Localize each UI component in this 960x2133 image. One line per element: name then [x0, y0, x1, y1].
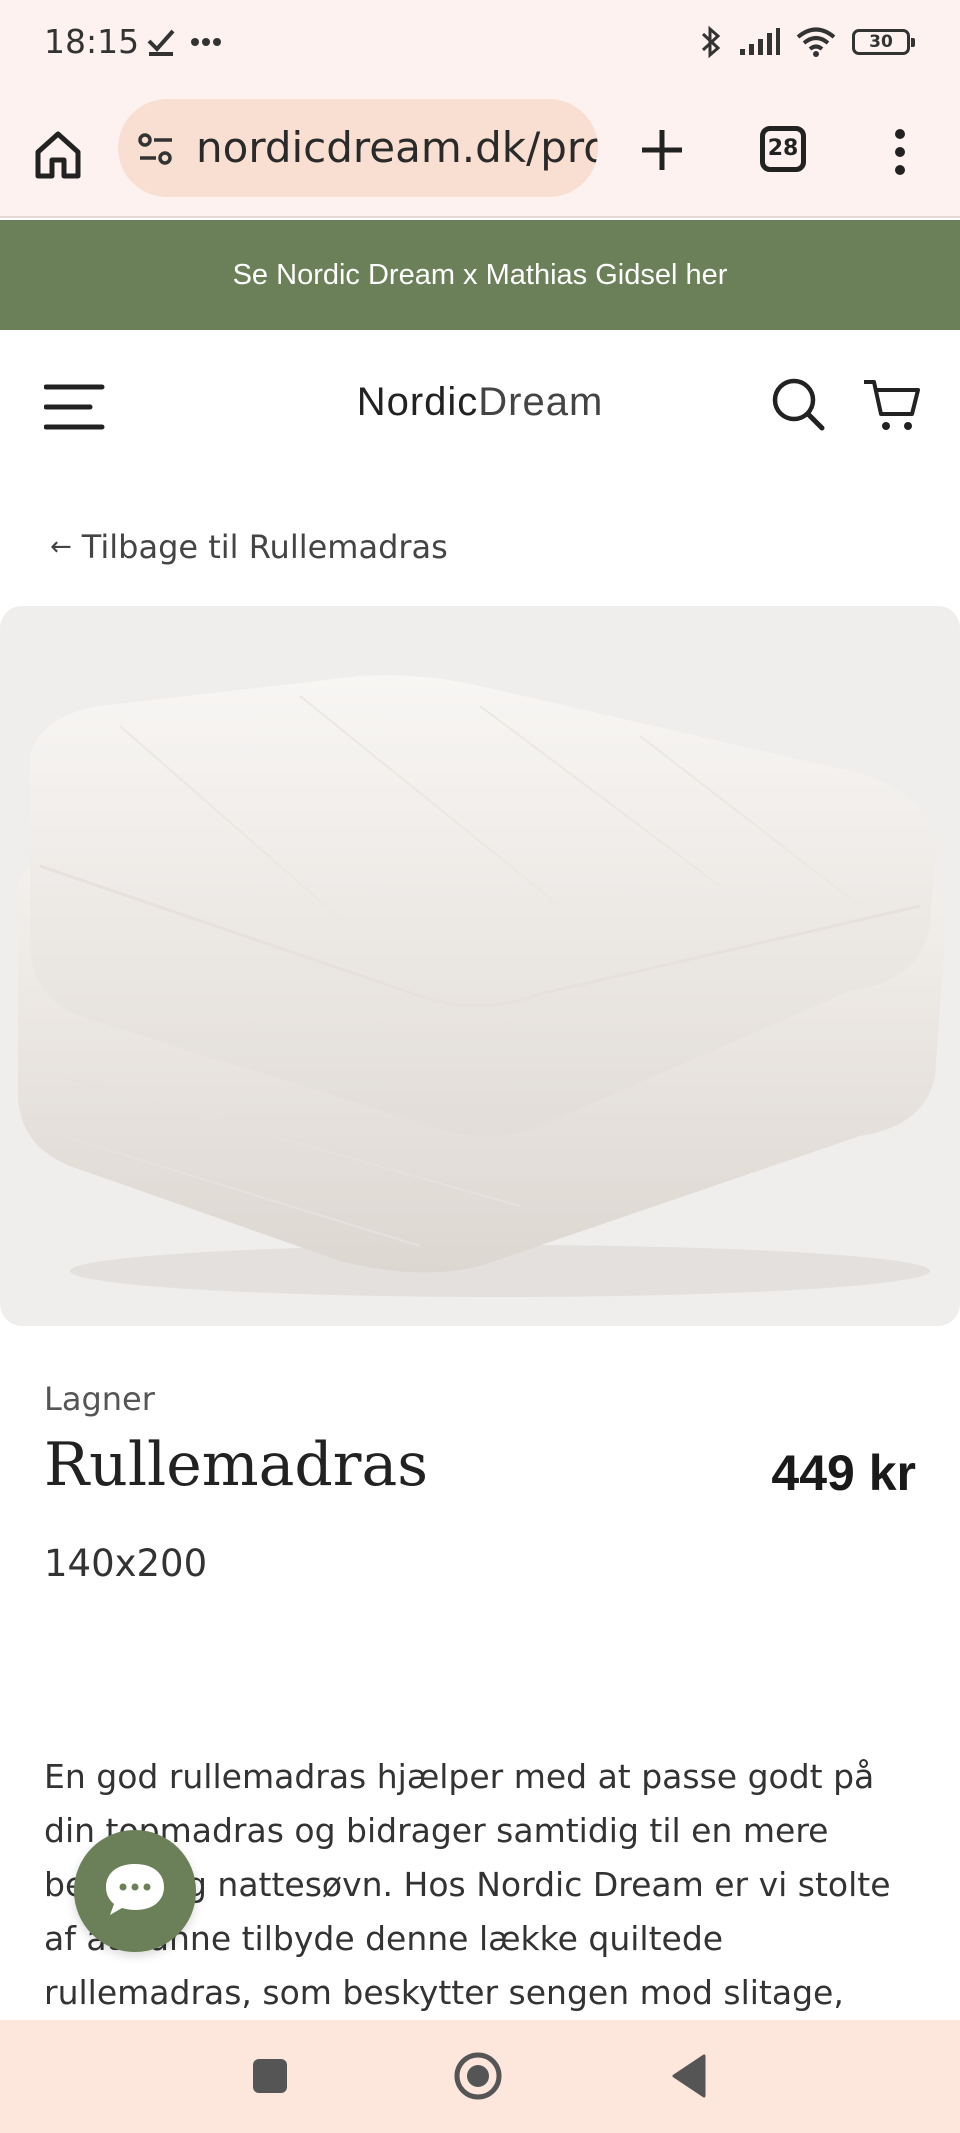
battery-indicator: 30 — [852, 29, 915, 55]
status-system-icons: 30 — [700, 22, 915, 62]
address-bar[interactable]: nordicdream.dk/pro — [118, 99, 598, 197]
product-category[interactable]: Lagner — [44, 1380, 155, 1418]
home-icon[interactable] — [30, 126, 86, 182]
home-button-icon[interactable] — [452, 2050, 504, 2102]
logo-secondary: Dream — [478, 380, 604, 424]
back-icon[interactable] — [664, 2050, 716, 2102]
cart-icon[interactable] — [862, 374, 922, 434]
signal-icon — [740, 28, 780, 55]
product-title: Rullemadras — [44, 1430, 429, 1500]
chat-icon — [106, 1864, 164, 1915]
promo-banner[interactable]: Se Nordic Dream x Mathias Gidsel her — [0, 220, 960, 330]
bluetooth-icon — [701, 25, 721, 59]
system-nav-bar — [0, 2020, 960, 2133]
back-arrow-icon: ← — [50, 532, 72, 562]
chat-button[interactable] — [74, 1830, 196, 1952]
more-vert-icon[interactable] — [880, 126, 920, 178]
browser-toolbar: nordicdream.dk/pro 28 — [0, 88, 960, 218]
back-link-label: Tilbage til Rullemadras — [81, 528, 448, 566]
plus-icon[interactable] — [636, 124, 688, 176]
status-notifications — [146, 22, 222, 62]
folded-mattress-pad-image — [16, 675, 946, 1297]
product-image[interactable] — [0, 606, 960, 1326]
tune-icon[interactable] — [136, 129, 176, 169]
more-horiz-icon — [191, 38, 221, 46]
product-size: 140x200 — [44, 1542, 208, 1585]
wifi-icon — [796, 27, 836, 57]
tab-switcher-button[interactable]: 28 — [760, 126, 806, 172]
back-link[interactable]: ← Tilbage til Rullemadras — [50, 528, 448, 566]
logo-primary: Nordic — [356, 380, 479, 424]
search-icon[interactable] — [770, 376, 826, 432]
recents-icon[interactable] — [244, 2050, 296, 2102]
checkmark-icon — [147, 29, 175, 56]
site-header: NordicDream — [0, 330, 960, 480]
status-time: 18:15 — [44, 22, 140, 61]
url-text[interactable]: nordicdream.dk/pro — [196, 123, 598, 172]
product-price: 449 kr — [771, 1445, 916, 1501]
status-bar: 18:15 30 — [0, 0, 960, 88]
